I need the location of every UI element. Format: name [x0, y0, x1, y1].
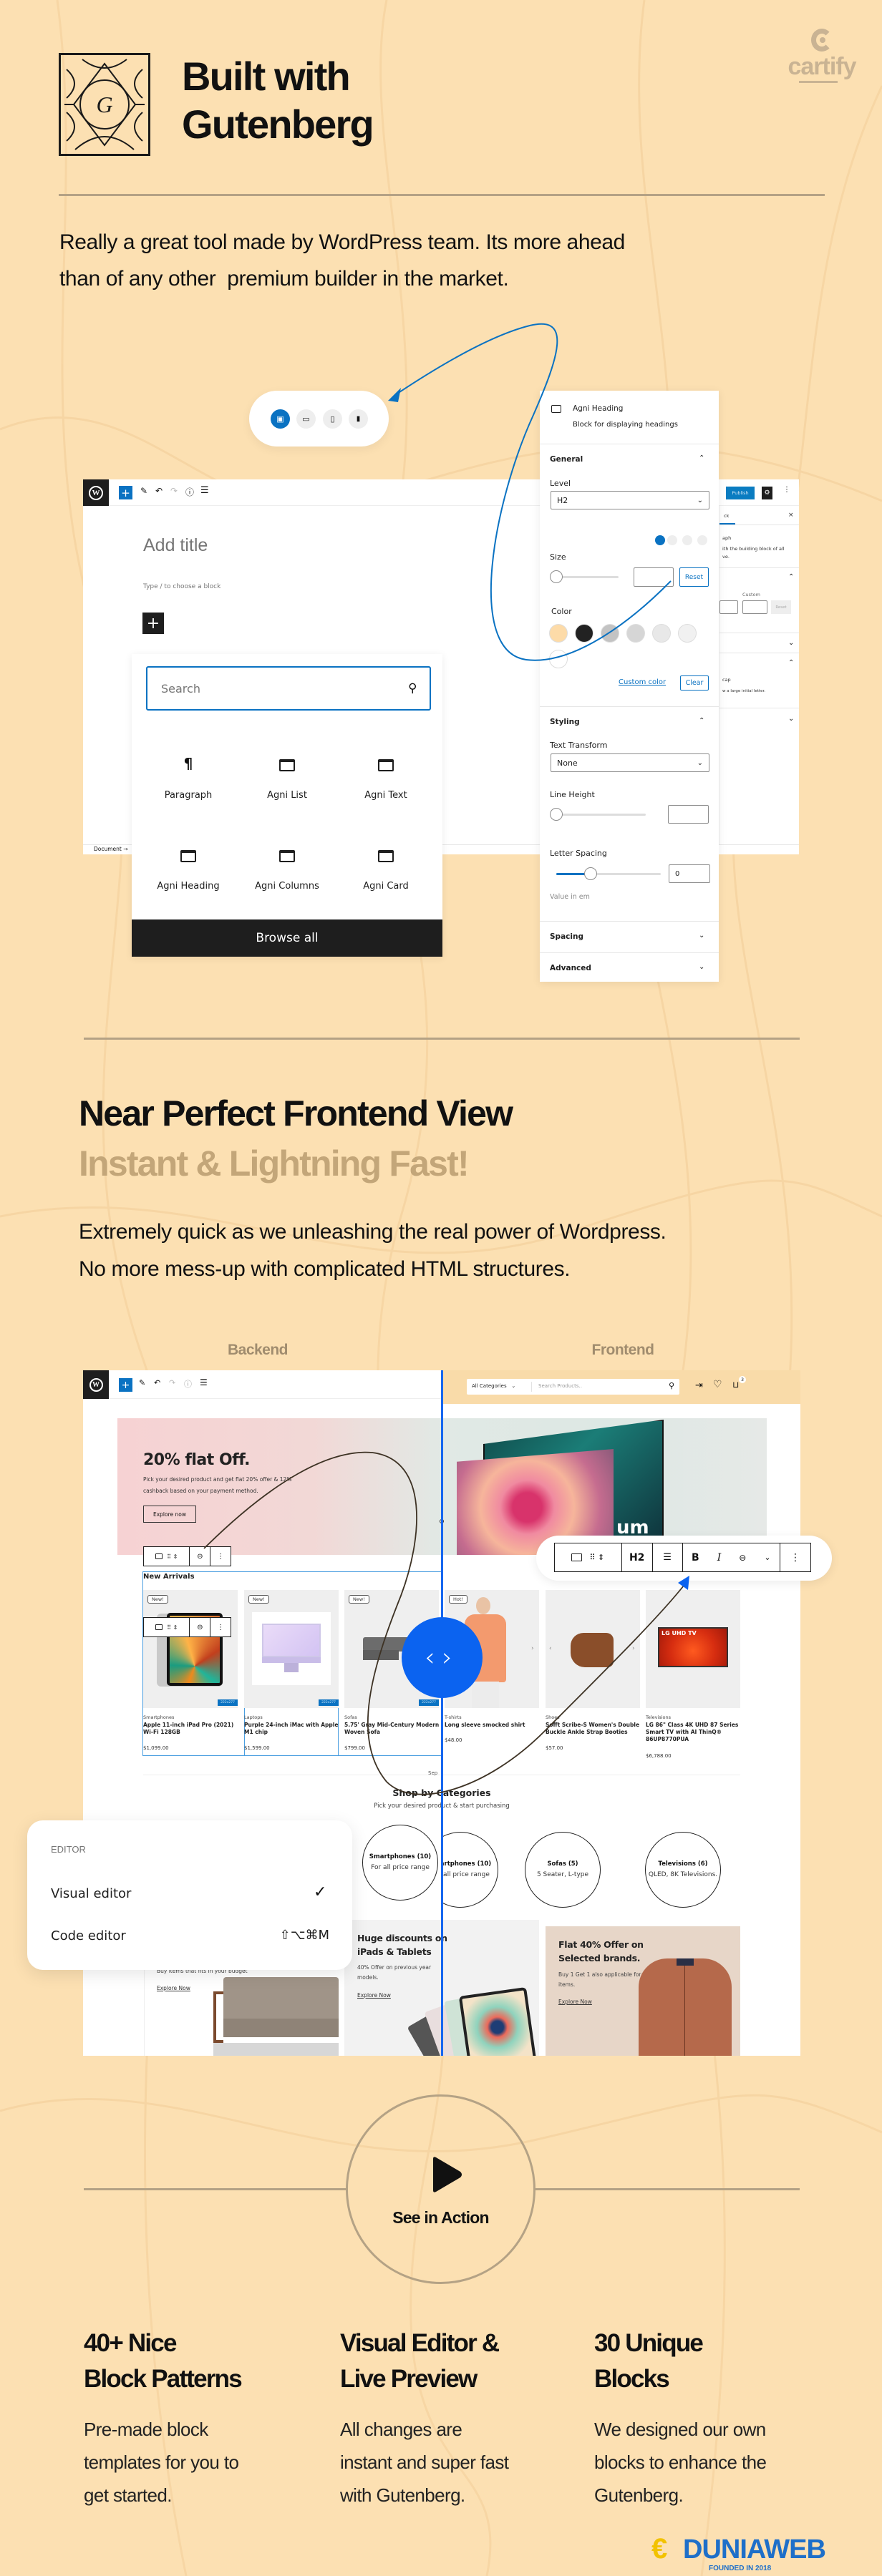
- section2-description-line1: Extremely quick as we unleashing the rea…: [79, 1220, 667, 1244]
- section2-subtitle: Instant & Lightning Fast!: [79, 1143, 470, 1184]
- jacket-image: [639, 1958, 732, 2056]
- watermark-subtext: FOUNDED IN 2018: [709, 2565, 772, 2572]
- feature-item: 30 Unique Blocks We designed our own bloc…: [594, 2326, 838, 2512]
- arrowhead-icon: [388, 388, 401, 402]
- watermark-logo: € DUNIAWEB FOUNDED IN 2018: [651, 2533, 877, 2575]
- feature-description: blocks to enhance the: [594, 2451, 767, 2473]
- frontend-label: Frontend: [591, 1342, 654, 1358]
- backend-label: Backend: [227, 1342, 289, 1358]
- menu-item-code-editor[interactable]: Code editor ⇧⌥⌘M: [42, 1921, 338, 1952]
- divider: [84, 1038, 800, 1040]
- feature-title-2: Block Patterns: [84, 2365, 243, 2393]
- explore-now-link[interactable]: Explore Now: [157, 1986, 190, 1991]
- section2-description-line2: No more mess-up with complicated HTML st…: [79, 1257, 571, 1281]
- divider: [84, 2188, 346, 2190]
- play-icon: [433, 2157, 462, 2192]
- checkmark-icon: ✓: [314, 1883, 327, 1901]
- menu-item-visual-editor[interactable]: Visual editor ✓: [42, 1878, 338, 1909]
- tablets-image: [407, 1986, 539, 2056]
- section2-title: Near Perfect Frontend View: [79, 1093, 513, 1133]
- promo-title-2: Selected brands.: [558, 1953, 641, 1963]
- menu-item-label: Visual editor: [51, 1886, 132, 1901]
- feature-description: with Gutenberg.: [340, 2484, 465, 2506]
- explore-now-link[interactable]: Explore Now: [357, 1993, 391, 1999]
- feature-description: templates for you to: [84, 2451, 239, 2473]
- sofa-image: [213, 1977, 339, 2056]
- menu-heading: EDITOR: [51, 1844, 86, 1855]
- editor-mode-menu: EDITOR Visual editor ✓ Code editor ⇧⌥⌘M: [27, 1820, 352, 1970]
- promo-title: Huge discounts on: [357, 1933, 447, 1943]
- explore-now-link[interactable]: Explore Now: [558, 1999, 592, 2005]
- promo-desc: Buy 1 Get 1 also applicable for: [558, 1971, 641, 1978]
- feature-title: Visual Editor &: [340, 2329, 500, 2357]
- feature-description: instant and super fast: [340, 2451, 509, 2473]
- feature-description: get started.: [84, 2484, 172, 2506]
- promo-title-2: iPads & Tablets: [357, 1946, 432, 1957]
- promo-desc-2: models.: [357, 1974, 379, 1981]
- watermark-text: DUNIAWEB: [683, 2534, 826, 2565]
- euro-icon: €: [651, 2533, 668, 2565]
- see-in-action-button[interactable]: See in Action: [346, 2094, 536, 2284]
- feature-item: Visual Editor & Live Preview All changes…: [340, 2326, 583, 2512]
- promo-title: Flat 40% Offer on: [558, 1939, 644, 1950]
- promo-desc-2: items.: [558, 1981, 576, 1988]
- promo-desc: 40% Offer on previous year: [357, 1964, 432, 1971]
- feature-description: We designed our own: [594, 2419, 766, 2440]
- connector-arrow: [388, 323, 672, 661]
- see-in-action-label: See in Action: [392, 2208, 489, 2227]
- feature-description: Pre-made block: [84, 2419, 208, 2440]
- feature-title: 40+ Nice: [84, 2329, 177, 2357]
- feature-title-2: Blocks: [594, 2365, 670, 2393]
- feature-title: 30 Unique: [594, 2329, 704, 2357]
- menu-item-label: Code editor: [51, 1928, 126, 1943]
- divider: [536, 2188, 800, 2190]
- arrowhead-icon: [678, 1576, 689, 1590]
- keyboard-shortcut: ⇧⌥⌘M: [279, 1928, 329, 1943]
- feature-description: All changes are: [340, 2419, 462, 2440]
- feature-item: 40+ Nice Block Patterns Pre-made block te…: [84, 2326, 327, 2512]
- feature-description: Gutenberg.: [594, 2484, 684, 2506]
- promo-card-fashion: Flat 40% Offer on Selected brands. Buy 1…: [546, 1926, 740, 2056]
- connector-arrow: [203, 1451, 689, 1795]
- feature-title-2: Live Preview: [340, 2365, 478, 2393]
